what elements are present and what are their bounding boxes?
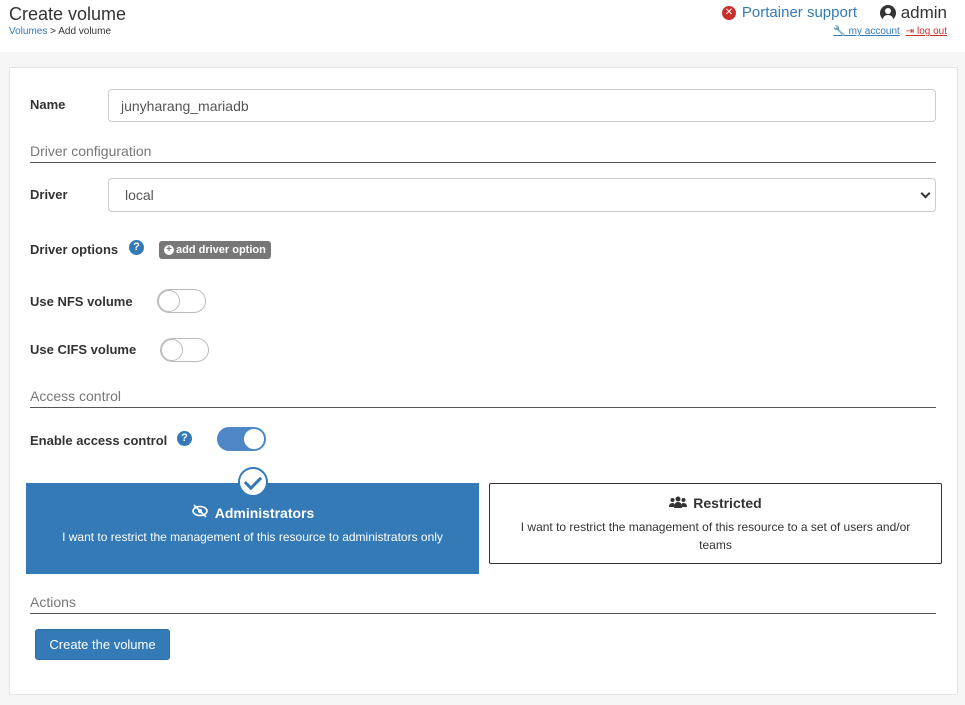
add-driver-option-button[interactable]: + add driver option — [159, 241, 271, 259]
chevron-down-icon — [920, 188, 931, 199]
restricted-description: I want to restrict the management of thi… — [520, 520, 911, 552]
toggle-knob — [161, 339, 183, 361]
question-circle-icon[interactable]: ? — [177, 431, 192, 446]
actions-heading: Actions — [30, 594, 936, 614]
my-account-link[interactable]: 🔧 my account — [833, 26, 899, 37]
toggle-knob — [158, 290, 180, 312]
driver-selected-value: local — [125, 187, 154, 203]
driver-select[interactable]: local — [108, 178, 936, 212]
check-circle-icon — [238, 467, 268, 497]
user-name: admin — [900, 3, 947, 22]
cifs-toggle[interactable] — [160, 338, 209, 362]
administrators-title-text: Administrators — [214, 504, 315, 521]
page-header: Create volume Volumes > Add volume ✕ Por… — [0, 0, 965, 52]
access-control-toggle[interactable] — [217, 427, 266, 451]
driver-label: Driver — [30, 187, 68, 202]
create-volume-button[interactable]: Create the volume — [35, 629, 170, 660]
eye-slash-icon — [191, 504, 209, 521]
portainer-support-link[interactable]: ✕ Portainer support — [721, 4, 857, 21]
enable-access-control-label: Enable access control — [30, 433, 168, 448]
restricted-title-text: Restricted — [693, 495, 762, 511]
breadcrumb: Volumes > Add volume — [9, 26, 111, 37]
cifs-label: Use CIFS volume — [30, 342, 137, 357]
page-title: Create volume — [9, 4, 127, 24]
users-icon — [669, 495, 688, 511]
log-out-link[interactable]: ⇥ log out — [906, 26, 947, 37]
breadcrumb-volumes-link[interactable]: Volumes — [9, 26, 47, 37]
create-volume-panel: Name junyharang_mariadb Driver configura… — [9, 67, 958, 695]
breadcrumb-current: > Add volume — [50, 26, 112, 37]
name-label: Name — [30, 97, 66, 112]
driver-options-label: Driver options — [30, 242, 119, 257]
toggle-knob — [243, 428, 265, 450]
log-out-label: log out — [916, 26, 947, 37]
restricted-option[interactable]: Restricted I want to restrict the manage… — [489, 483, 942, 564]
support-label: Portainer support — [741, 4, 857, 21]
access-control-heading: Access control — [30, 388, 936, 408]
administrators-title: Administrators — [26, 504, 479, 521]
administrators-description: I want to restrict the management of thi… — [62, 530, 443, 544]
user-links: 🔧 my account ⇥ log out — [833, 26, 947, 37]
user-menu: admin — [879, 3, 947, 23]
plus-circle-icon: + — [164, 245, 174, 255]
nfs-toggle[interactable] — [157, 289, 206, 313]
add-driver-option-label: add driver option — [176, 244, 266, 256]
driver-configuration-heading: Driver configuration — [30, 143, 936, 163]
life-ring-icon: ✕ — [721, 5, 736, 20]
user-circle-icon — [879, 5, 896, 21]
restricted-title: Restricted — [490, 495, 941, 511]
name-input[interactable]: junyharang_mariadb — [108, 89, 936, 122]
nfs-label: Use NFS volume — [30, 294, 133, 309]
my-account-label: my account — [848, 26, 900, 37]
question-circle-icon[interactable]: ? — [129, 240, 144, 255]
